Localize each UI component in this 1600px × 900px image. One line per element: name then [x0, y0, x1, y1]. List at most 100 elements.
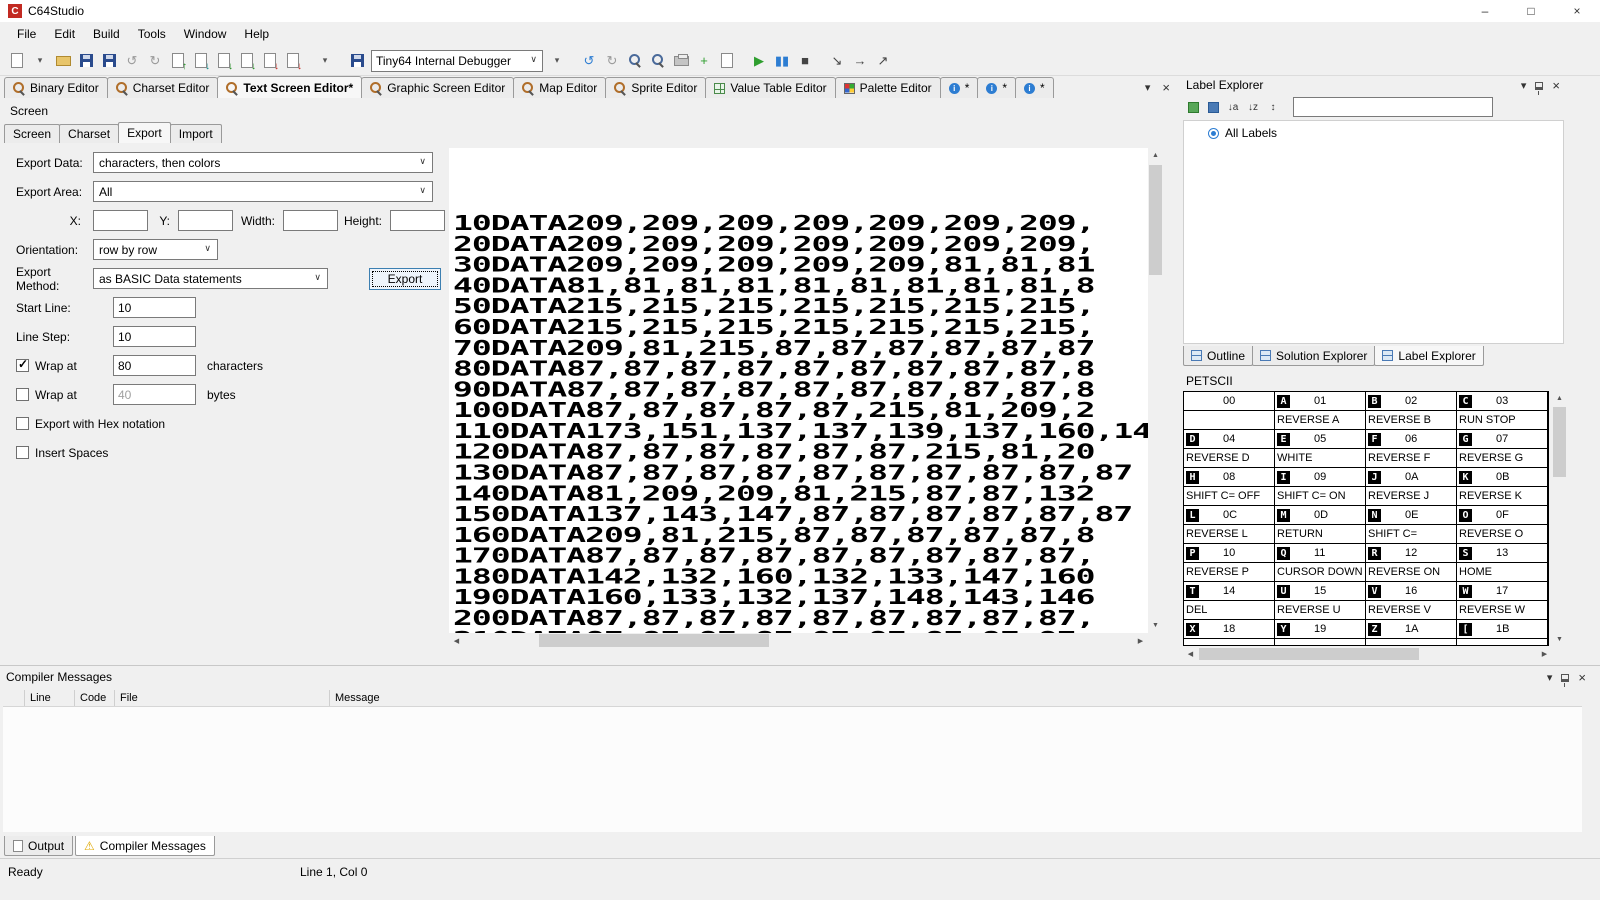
petscii-cell[interactable]: V 16 REVERSE V	[1366, 582, 1457, 620]
bottom-tab[interactable]: Output	[4, 836, 73, 856]
build-button[interactable]	[213, 49, 235, 73]
basic-output-textarea[interactable]: 10DATA209,209,209,209,209,209,209,20DATA…	[449, 148, 1163, 648]
menu-item[interactable]: Edit	[45, 22, 84, 46]
print-button[interactable]	[670, 49, 692, 73]
toolbar-overflow-dropdown[interactable]	[314, 49, 336, 73]
petscii-cell[interactable]: Z 1A	[1366, 620, 1457, 646]
compiler-close-icon[interactable]	[1578, 670, 1586, 685]
export-method-select[interactable]: as BASIC Data statements	[93, 268, 328, 289]
x-input[interactable]	[93, 210, 148, 231]
label-search-input[interactable]	[1293, 97, 1493, 117]
scroll-down-icon[interactable]: ▼	[1148, 618, 1163, 633]
explorer-tab[interactable]: Label Explorer	[1374, 346, 1483, 366]
petscii-cell[interactable]: M 0D RETURN	[1275, 506, 1366, 544]
compiler-messages-list[interactable]	[3, 707, 1582, 832]
document-tab[interactable]: Sprite Editor	[605, 77, 706, 98]
bottom-tab[interactable]: Compiler Messages	[75, 836, 215, 856]
debug-build-button[interactable]	[259, 49, 281, 73]
undo-button[interactable]: ↺	[121, 49, 143, 73]
wrap-chars-input[interactable]	[113, 355, 196, 376]
petscii-cell[interactable]: O 0F REVERSE O	[1457, 506, 1548, 544]
upload-build-button[interactable]	[167, 49, 189, 73]
new-file-button[interactable]	[6, 49, 28, 73]
editor-subtab[interactable]: Export	[118, 122, 171, 143]
compiler-column-header[interactable]: File	[115, 690, 330, 706]
petscii-cell[interactable]: H 08 SHIFT C= OFF	[1184, 468, 1275, 506]
document-tab[interactable]: Palette Editor	[835, 77, 941, 98]
petscii-cell[interactable]: N 0E SHIFT C=	[1366, 506, 1457, 544]
document-tab[interactable]: Charset Editor	[107, 77, 219, 98]
navigate-back-button[interactable]: ↺	[578, 49, 600, 73]
petscii-cell[interactable]: [ 1B	[1457, 620, 1548, 646]
compile-button[interactable]	[190, 49, 212, 73]
petscii-vertical-scrollbar[interactable]: ▲ ▼	[1552, 391, 1567, 647]
editor-subtab[interactable]: Screen	[4, 124, 60, 143]
menu-item[interactable]: File	[8, 22, 45, 46]
scroll-left-icon[interactable]: ◀	[449, 633, 464, 648]
insert-spaces-checkbox[interactable]	[16, 446, 29, 459]
petscii-cell[interactable]: U 15 REVERSE U	[1275, 582, 1366, 620]
scroll-right-icon[interactable]: ▶	[1133, 633, 1148, 648]
maximize-button[interactable]: □	[1508, 0, 1554, 22]
document-tab[interactable]: Graphic Screen Editor	[361, 77, 514, 98]
petscii-cell[interactable]: B 02 REVERSE B	[1366, 392, 1457, 430]
width-input[interactable]	[283, 210, 338, 231]
petscii-cell[interactable]: P 10 REVERSE P	[1184, 544, 1275, 582]
export-data-select[interactable]: characters, then colors	[93, 152, 433, 173]
petscii-cell[interactable]: I 09 SHIFT C= ON	[1275, 468, 1366, 506]
menu-item[interactable]: Help	[235, 22, 278, 46]
edit-label-button[interactable]	[1205, 99, 1221, 115]
output-horizontal-scrollbar[interactable]: ◀ ▶	[449, 633, 1148, 648]
petscii-horizontal-scrollbar[interactable]: ◀ ▶	[1183, 647, 1552, 661]
petscii-cell[interactable]: S 13 HOME	[1457, 544, 1548, 582]
start-line-input[interactable]	[113, 297, 196, 318]
petscii-cell[interactable]: Y 19	[1275, 620, 1366, 646]
petscii-cell[interactable]: 00	[1184, 392, 1275, 430]
height-input[interactable]	[390, 210, 445, 231]
compiler-column-header[interactable]: Line	[25, 690, 75, 706]
document-tab[interactable]: Binary Editor	[4, 77, 108, 98]
find-button[interactable]	[624, 49, 646, 73]
document-tab[interactable]: *	[940, 77, 979, 98]
wrap-chars-checkbox[interactable]	[16, 359, 29, 372]
scroll-up-icon[interactable]: ▲	[1148, 148, 1163, 163]
add-item-button[interactable]: +	[693, 49, 715, 73]
export-area-select[interactable]: All	[93, 181, 433, 202]
petscii-cell[interactable]: E 05 WHITE	[1275, 430, 1366, 468]
stop-button[interactable]: ■	[794, 49, 816, 73]
wrap-bytes-checkbox[interactable]	[16, 388, 29, 401]
editor-subtab[interactable]: Charset	[59, 124, 119, 143]
document-tab[interactable]: *	[1015, 77, 1054, 98]
petscii-scroll-down-icon[interactable]: ▼	[1552, 632, 1567, 647]
editor-subtab[interactable]: Import	[170, 124, 222, 143]
settings-button[interactable]	[716, 49, 738, 73]
minimize-button[interactable]: –	[1462, 0, 1508, 22]
build-and-run-button[interactable]	[236, 49, 258, 73]
label-tree[interactable]: All Labels	[1183, 120, 1564, 344]
petscii-cell[interactable]: L 0C REVERSE L	[1184, 506, 1275, 544]
petscii-cell[interactable]: W 17 REVERSE W	[1457, 582, 1548, 620]
hex-notation-checkbox[interactable]	[16, 417, 29, 430]
compiler-column-header[interactable]: Message	[330, 690, 1582, 706]
export-button[interactable]: Export	[369, 268, 441, 290]
output-vertical-scrollbar[interactable]: ▲ ▼	[1148, 148, 1163, 633]
step-into-button[interactable]: ↘	[826, 49, 848, 73]
menu-item[interactable]: Tools	[129, 22, 175, 46]
debugger-combo[interactable]: Tiny64 Internal Debugger	[371, 50, 543, 72]
petscii-scroll-left-icon[interactable]: ◀	[1183, 647, 1198, 661]
compiler-column-header[interactable]: Code	[75, 690, 115, 706]
step-over-button[interactable]: →	[849, 49, 871, 73]
petscii-cell[interactable]: C 03 RUN STOP	[1457, 392, 1548, 430]
petscii-vscroll-thumb[interactable]	[1553, 407, 1566, 477]
label-explorer-chevron-icon[interactable]	[1521, 79, 1527, 92]
debugger-combo-dropdown[interactable]	[546, 49, 568, 73]
tabstrip-chevron-icon[interactable]	[1145, 81, 1151, 94]
redo-button[interactable]: ↻	[144, 49, 166, 73]
find-in-files-button[interactable]	[647, 49, 669, 73]
tree-item-all-labels[interactable]: All Labels	[1184, 121, 1563, 140]
pause-button[interactable]: ▮▮	[771, 49, 793, 73]
debugger-device-button[interactable]	[346, 49, 368, 73]
export-binary-button[interactable]	[282, 49, 304, 73]
label-explorer-pin-icon[interactable]	[1535, 82, 1543, 90]
petscii-cell[interactable]: A 01 REVERSE A	[1275, 392, 1366, 430]
